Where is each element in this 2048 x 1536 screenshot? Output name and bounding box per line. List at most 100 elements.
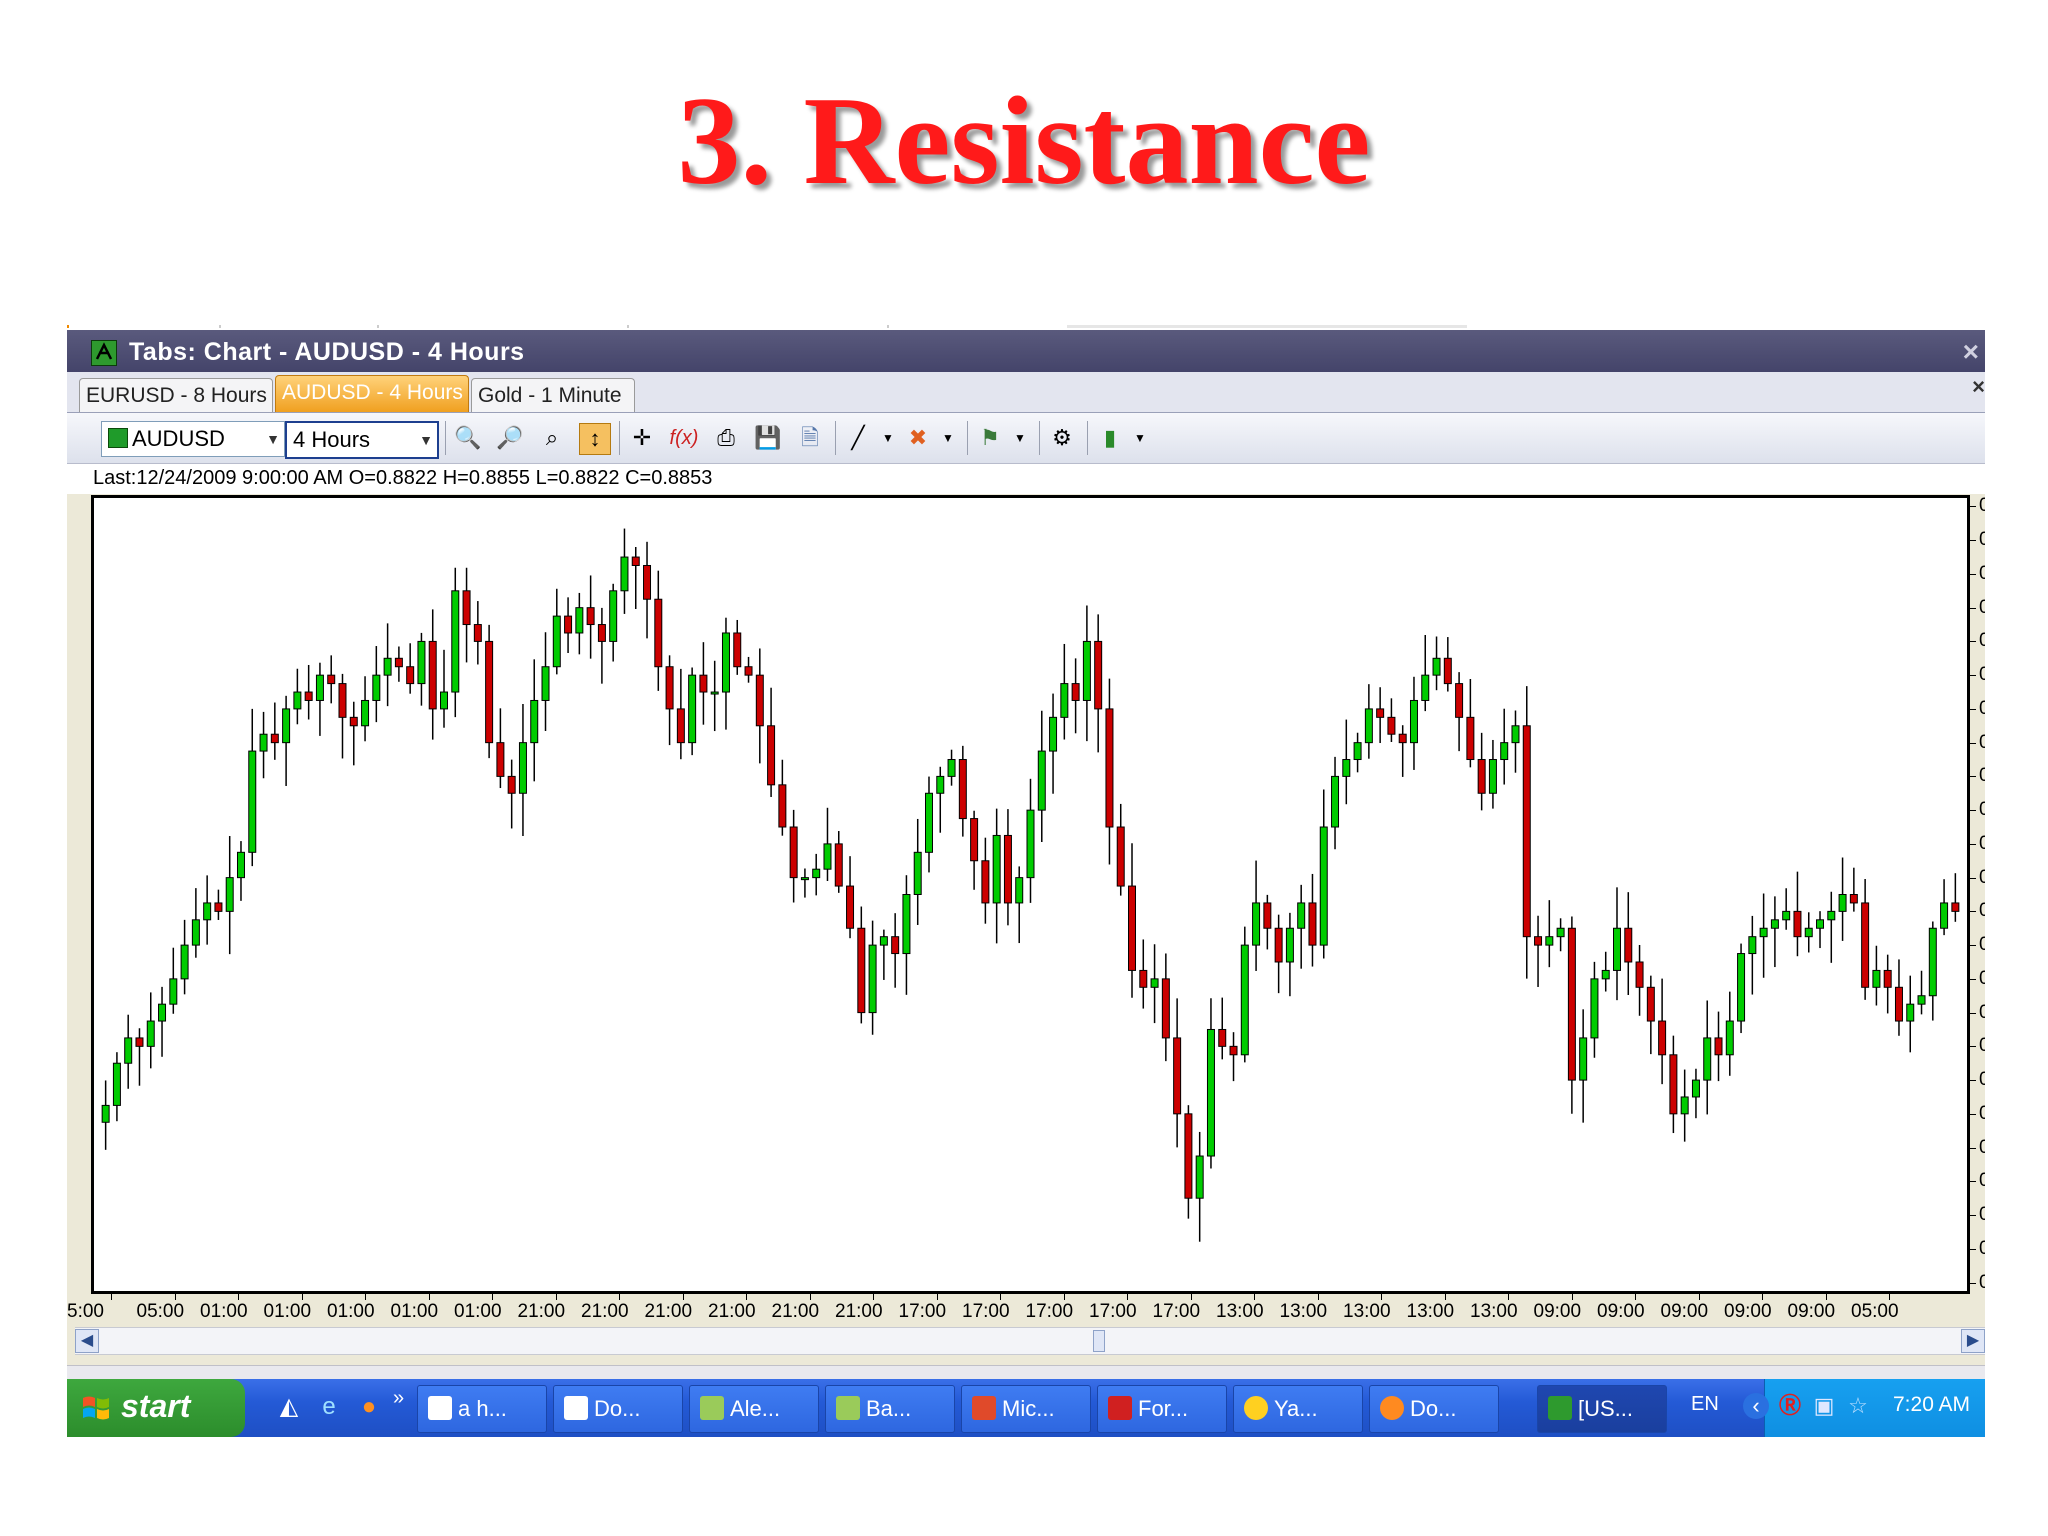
- y-axis-label: 0.9200: [1979, 832, 1985, 854]
- zoom-fit-icon[interactable]: ⌕: [537, 423, 567, 453]
- print-icon[interactable]: ⎙: [711, 423, 741, 453]
- star-icon[interactable]: ☆: [1845, 1393, 1871, 1419]
- candle-up: [1748, 936, 1757, 955]
- candle-down: [631, 556, 640, 566]
- chevron-down-icon[interactable]: ▼: [873, 423, 903, 453]
- x-axis-label: 21:00: [517, 1301, 566, 1322]
- network-icon[interactable]: ▣: [1811, 1393, 1837, 1419]
- candle-up: [1353, 742, 1362, 761]
- candle-down: [1567, 927, 1576, 1081]
- tab-eurusd-8h[interactable]: EURUSD - 8 Hours: [79, 378, 273, 412]
- candle-up: [1928, 927, 1937, 997]
- y-axis-tick: [1970, 641, 1976, 643]
- start-button[interactable]: start: [67, 1379, 245, 1437]
- x-axis-label: 01:00: [390, 1301, 439, 1322]
- candle-down: [1161, 978, 1170, 1039]
- candle-down: [462, 590, 471, 626]
- tab-gold-1m[interactable]: Gold - 1 Minute: [471, 378, 635, 412]
- y-axis-tick: [1970, 1046, 1976, 1048]
- horizontal-scrollbar[interactable]: ◀ ▶: [75, 1327, 1985, 1355]
- x-axis-tick: [174, 1294, 176, 1300]
- candle-up: [710, 691, 719, 695]
- line-tool-icon[interactable]: ╱: [843, 423, 873, 453]
- taskbar-button[interactable]: Do...: [1369, 1385, 1499, 1433]
- price-chart[interactable]: [91, 495, 1970, 1294]
- x-axis-tick: [428, 1294, 430, 1300]
- candle-down: [1534, 936, 1543, 946]
- candle-up: [1240, 944, 1249, 1056]
- account-status-bar: [67, 1365, 1985, 1380]
- candle-up: [169, 978, 178, 1005]
- zoom-out-icon[interactable]: 🔎: [495, 423, 525, 453]
- language-indicator[interactable]: EN: [1691, 1393, 1719, 1416]
- chevron-down-icon[interactable]: ▼: [1125, 423, 1155, 453]
- x-axis-tick: [1254, 1294, 1255, 1300]
- symbol-select[interactable]: AUDUSD ▼: [101, 421, 285, 457]
- candle-down: [1849, 894, 1858, 904]
- candle-down: [1274, 927, 1283, 963]
- scroll-right-icon[interactable]: ▶: [1961, 1329, 1985, 1353]
- taskbar-button[interactable]: a h...: [417, 1385, 547, 1433]
- antivirus-icon[interactable]: Ⓡ: [1777, 1393, 1803, 1419]
- chart-type-icon[interactable]: ▮: [1095, 423, 1125, 453]
- x-axis-label: 17:00: [962, 1301, 1010, 1322]
- firefox-icon[interactable]: ●: [355, 1393, 383, 1421]
- candle-up: [1827, 910, 1836, 921]
- candle-up: [1816, 919, 1825, 929]
- x-axis-label: 09:00: [1724, 1301, 1772, 1322]
- candle-down: [958, 759, 967, 820]
- objects-icon[interactable]: ✖: [903, 423, 933, 453]
- candle-down: [654, 598, 663, 668]
- tray-expand-icon[interactable]: ‹: [1743, 1393, 1769, 1419]
- taskbar-button[interactable]: Do...: [553, 1385, 683, 1433]
- candle-down: [767, 725, 776, 786]
- chevron-down-icon[interactable]: ▼: [933, 423, 963, 453]
- y-axis-label: 0.9020: [1979, 1136, 1985, 1158]
- scroll-thumb[interactable]: [1093, 1330, 1105, 1352]
- taskbar-button[interactable]: For...: [1097, 1385, 1227, 1433]
- window-close-button[interactable]: ×: [1963, 336, 1979, 368]
- candle-up: [158, 1003, 167, 1022]
- candle-down: [1263, 902, 1272, 929]
- candle-up: [620, 556, 629, 592]
- x-axis-tick: [1762, 1294, 1763, 1300]
- indicators-icon[interactable]: ⚑: [975, 423, 1005, 453]
- candle-down: [338, 683, 347, 718]
- timeframe-select[interactable]: 4 Hours ▼: [285, 421, 439, 459]
- candle-up: [282, 708, 291, 744]
- show-desktop-icon[interactable]: ◭: [275, 1393, 303, 1421]
- document-icon[interactable]: 🗎: [795, 423, 825, 453]
- candle-up: [1601, 969, 1610, 980]
- candle-up: [1252, 902, 1261, 946]
- x-axis-tick: [1444, 1294, 1446, 1300]
- taskbar-button-active[interactable]: [US...: [1537, 1385, 1667, 1433]
- candle-up: [609, 590, 618, 642]
- candle-down: [586, 607, 595, 626]
- taskbar-button[interactable]: Mic...: [961, 1385, 1091, 1433]
- windows-logo-icon: [83, 1396, 109, 1420]
- save-icon[interactable]: 💾: [753, 423, 783, 453]
- y-axis-tick: [1970, 843, 1976, 845]
- taskbar-button[interactable]: Ale...: [689, 1385, 819, 1433]
- quick-launch-more-icon[interactable]: »: [393, 1387, 404, 1410]
- scroll-left-icon[interactable]: ◀: [75, 1329, 99, 1353]
- taskbar-button[interactable]: Ya...: [1233, 1385, 1363, 1433]
- tab-close-button[interactable]: ×: [1972, 374, 1985, 400]
- ohlc-info-text: Last:12/24/2009 9:00:00 AM O=0.8822 H=0.…: [93, 467, 713, 489]
- candle-up: [1285, 927, 1294, 963]
- function-icon[interactable]: f(x): [669, 423, 699, 453]
- y-axis-label: 0.9140: [1979, 934, 1985, 956]
- taskbar-button[interactable]: Ba...: [825, 1385, 955, 1433]
- zoom-in-icon[interactable]: 🔍: [453, 423, 483, 453]
- candle-down: [1071, 683, 1080, 701]
- x-axis-tick: [1698, 1294, 1700, 1300]
- internet-explorer-icon[interactable]: e: [315, 1393, 343, 1421]
- settings-icon[interactable]: ⚙: [1047, 423, 1077, 453]
- tab-audusd-4h[interactable]: AUDUSD - 4 Hours: [275, 375, 469, 412]
- crosshair-icon[interactable]: ✛: [627, 423, 657, 453]
- candle-up: [1082, 640, 1091, 701]
- chevron-down-icon[interactable]: ▼: [1005, 423, 1035, 453]
- y-axis-tick: [1970, 945, 1976, 947]
- candle-up: [1331, 775, 1340, 828]
- cursor-icon[interactable]: ↕: [579, 423, 611, 455]
